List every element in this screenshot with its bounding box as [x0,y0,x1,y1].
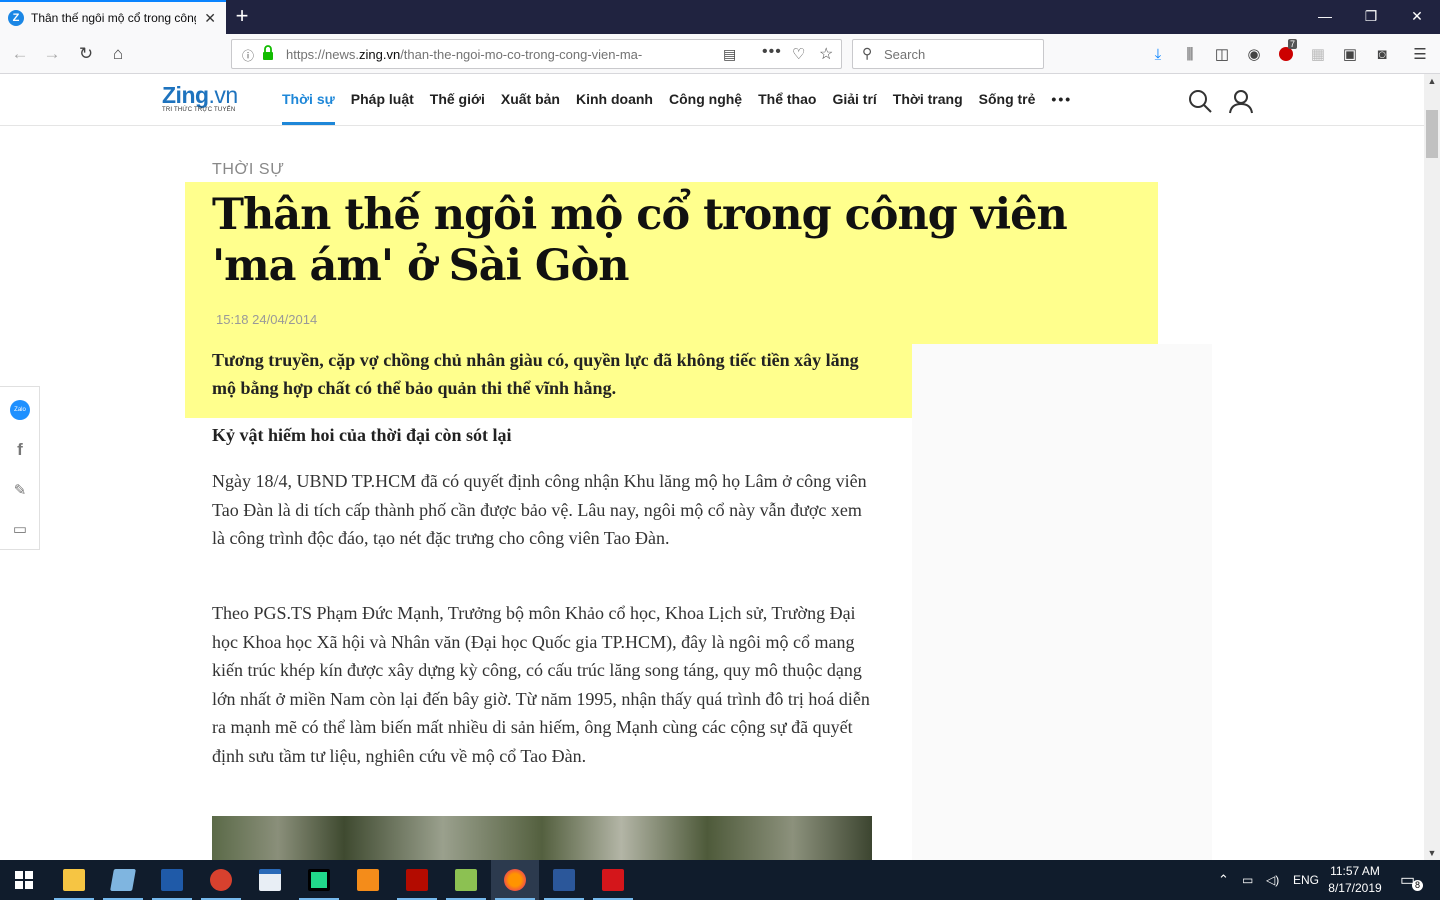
scroll-up-arrow[interactable]: ▲ [1424,76,1440,86]
minimize-button[interactable]: — [1302,0,1348,32]
site-search-icon[interactable] [1187,88,1213,114]
comment-icon[interactable]: ▭ [9,518,31,540]
pycharm-icon[interactable] [295,860,343,900]
extension-icon[interactable]: ▦ [1308,45,1328,63]
scroll-thumb[interactable] [1426,110,1438,158]
clock-date: 8/17/2019 [1328,881,1382,895]
sidebar-icon[interactable]: ◫ [1212,45,1232,63]
pen-icon[interactable]: ✎ [9,479,31,501]
site-header: Zing.vn TRI THỨC TRỰC TUYẾN Thời sự Pháp… [0,74,1424,126]
notepad-icon[interactable] [99,860,147,900]
start-button[interactable] [0,860,48,900]
user-icon[interactable] [1228,88,1254,114]
url-bar[interactable]: ⓘ https://news.zing.vn/than-the-ngoi-mo-… [231,39,842,69]
browser-titlebar: Z Thân thế ngôi mộ cổ trong công viên 'm… [0,0,1440,34]
close-window-button[interactable]: ✕ [1394,0,1440,32]
zing-favicon-icon: Z [8,10,24,26]
logo-tagline: TRI THỨC TRỰC TUYẾN [162,107,236,113]
scroll-down-arrow[interactable]: ▼ [1424,848,1440,858]
article-time: 15:18 24/04/2014 [216,312,318,327]
back-button[interactable]: ← [6,40,34,68]
home-button[interactable]: ⌂ [104,40,132,68]
library-icon[interactable]: ⫼ [1180,45,1200,63]
sublime-icon[interactable] [344,860,392,900]
reload-button[interactable]: ↻ [72,40,100,68]
taskbar-clock[interactable]: 11:57 AM 8/17/2019 [1320,863,1390,897]
search-placeholder: Search [884,47,926,62]
menu-item-the-gioi[interactable]: Thế giới [430,91,485,107]
word-icon[interactable] [540,860,588,900]
article-sapo: Tương truyền, cặp vợ chồng chủ nhân giàu… [212,350,859,398]
screenshot-icon[interactable]: ◙ [1372,45,1392,63]
bookmark-star-icon[interactable]: ☆ [819,44,833,64]
restore-button[interactable]: ❐ [1348,0,1394,32]
firefox-icon[interactable] [491,860,539,900]
reader-view-icon[interactable]: ▤ [723,46,736,63]
share-rail: Zalo f ✎ ▭ [0,386,40,550]
search-icon: ⚲ [862,45,873,61]
lock-icon[interactable] [262,45,273,60]
extension-card-icon[interactable]: ▣ [1340,45,1360,63]
adblock-icon[interactable]: 7 [1276,39,1298,63]
clock-time: 11:57 AM [1330,864,1380,878]
powershell-icon[interactable] [148,860,196,900]
pocket-icon[interactable]: ♡ [792,45,805,63]
acrobat-icon[interactable] [393,860,441,900]
article-paragraph: Theo PGS.TS Phạm Đức Mạnh, Trưởng bộ môn… [212,603,870,766]
page-actions-icon[interactable]: ••• [762,43,782,61]
menu-item-kinh-doanh[interactable]: Kinh doanh [576,91,653,107]
tray-chevron-icon[interactable]: ⌃ [1218,860,1229,900]
windows-taskbar: ⌃ ▭ ◁) ENG 11:57 AM 8/17/2019 ▭ 8 [0,860,1440,900]
article-subheading: Kỷ vật hiếm hoi của thời đại còn sót lại [212,425,512,445]
volume-icon[interactable]: ◁) [1266,860,1279,900]
menu-item-thoi-su[interactable]: Thời sự [282,91,335,125]
logo-main: Zing [162,82,209,108]
downloads-icon[interactable]: ⤓ [1148,45,1168,63]
main-menu: Thời sự Pháp luật Thế giới Xuất bản Kinh… [282,91,1088,125]
pdf-reader-icon[interactable] [589,860,637,900]
app-window-icon[interactable] [246,860,294,900]
menu-item-xuat-ban[interactable]: Xuất bản [501,91,560,107]
menu-item-giai-tri[interactable]: Giải trí [832,91,876,107]
chart-app-icon[interactable] [442,860,490,900]
article-title: Thân thế ngôi mộ cổ trong công viên 'ma … [212,190,1068,291]
facebook-share-icon[interactable]: f [9,439,31,461]
info-icon[interactable]: ⓘ [242,47,254,64]
vertical-scrollbar[interactable]: ▲ ▼ [1424,74,1440,860]
menu-icon[interactable]: ☰ [1410,45,1430,63]
new-tab-button[interactable]: + [230,4,254,28]
language-indicator[interactable]: ENG [1293,860,1319,900]
network-icon[interactable]: ▭ [1242,860,1253,900]
file-explorer-icon[interactable] [50,860,98,900]
app-red-icon[interactable] [197,860,245,900]
browser-tab-active[interactable]: Z Thân thế ngôi mộ cổ trong công viên 'm… [0,0,226,34]
search-bar[interactable]: ⚲ Search [852,39,1044,69]
adblock-badge: 7 [1288,39,1298,49]
forward-button[interactable]: → [38,40,66,68]
url-text: https://news.zing.vn/than-the-ngoi-mo-co… [286,47,643,62]
tab-title: Thân thế ngôi mộ cổ trong công viên 'ma … [31,11,196,25]
logo-suffix: .vn [208,82,239,108]
menu-item-the-thao[interactable]: Thể thao [758,91,816,107]
article-paragraph: Ngày 18/4, UBND TP.HCM đã có quyết định … [212,471,867,548]
menu-item-cong-nghe[interactable]: Công nghệ [669,91,742,107]
zalo-share-icon[interactable]: Zalo [9,399,31,421]
menu-item-phap-luat[interactable]: Pháp luật [351,91,414,107]
browser-navbar: ← → ↻ ⌂ ⓘ https://news.zing.vn/than-the-… [0,34,1440,74]
sidebar-ad-area [912,344,1212,860]
article-photo [212,816,872,860]
menu-item-song-tre[interactable]: Sống trẻ [979,91,1036,107]
menu-more-button[interactable]: ••• [1051,91,1072,107]
article-category[interactable]: THỜI SỰ [212,161,284,179]
tab-close-icon[interactable]: ✕ [204,10,216,27]
notification-icon[interactable]: ▭ 8 [1400,860,1423,900]
account-icon[interactable]: ◉ [1244,45,1264,63]
notification-count: 8 [1412,880,1423,891]
zing-logo[interactable]: Zing.vn TRI THỨC TRỰC TUYẾN [162,82,238,113]
menu-item-thoi-trang[interactable]: Thời trang [893,91,963,107]
